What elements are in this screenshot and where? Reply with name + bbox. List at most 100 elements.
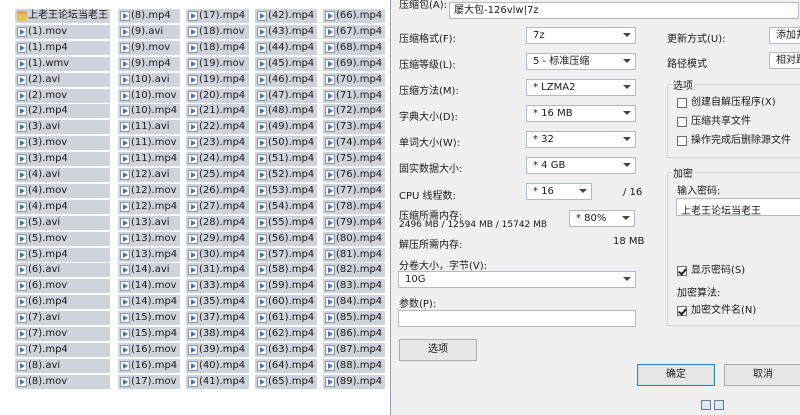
file-item[interactable]: (12).mp4	[118, 199, 180, 214]
file-item[interactable]: (73).mp4	[323, 120, 385, 135]
file-item[interactable]: (89).mp4	[323, 374, 385, 389]
file-item[interactable]: (66).mp4	[323, 9, 385, 23]
file-item[interactable]: (5).avi	[15, 215, 110, 230]
password-input[interactable]: 上老王论坛当老王	[676, 198, 800, 217]
file-item[interactable]: (83).mp4	[323, 279, 385, 294]
file-item[interactable]: (1).mov	[15, 24, 110, 39]
file-item[interactable]: (4).mov	[15, 183, 110, 198]
file-item[interactable]: (21).mp4	[186, 104, 249, 119]
method-select[interactable]: * LZMA2	[526, 79, 636, 96]
file-item[interactable]: (43).mp4	[255, 24, 317, 39]
file-item[interactable]: (64).mp4	[255, 358, 317, 373]
file-item[interactable]: (16).mp4	[118, 358, 180, 373]
sfx-checkbox[interactable]: 创建自解压程序(X)	[677, 96, 776, 110]
file-item[interactable]: (10).mov	[118, 88, 180, 103]
file-item[interactable]: (41).mp4	[186, 374, 249, 389]
file-item[interactable]: (45).mp4	[255, 56, 317, 71]
file-item[interactable]: (5).mp4	[15, 247, 110, 262]
ok-button[interactable]: 确定	[637, 364, 715, 386]
file-item[interactable]: (20).mp4	[186, 88, 249, 103]
file-item[interactable]: (68).mp4	[323, 40, 385, 55]
file-item[interactable]: (71).mp4	[323, 88, 385, 103]
file-item[interactable]: (13).mp4	[118, 247, 180, 262]
file-item[interactable]: (8).avi	[15, 358, 110, 373]
update-select[interactable]: 添加并	[769, 27, 800, 44]
file-item[interactable]: (46).mp4	[255, 72, 317, 87]
file-item[interactable]: (4).avi	[15, 168, 110, 182]
file-item[interactable]: (16).mov	[118, 342, 180, 357]
file-item[interactable]: (40).mp4	[186, 358, 249, 373]
file-item[interactable]: (76).mp4	[323, 168, 385, 182]
file-item[interactable]: (13).mov	[118, 231, 180, 246]
file-item[interactable]: (38).mp4	[186, 327, 249, 341]
file-item[interactable]: (79).mp4	[323, 215, 385, 230]
file-item[interactable]: (24).mp4	[186, 152, 249, 167]
file-item[interactable]: (59).mp4	[255, 279, 317, 294]
archive-name-input[interactable]: 屡大包-126vlw|7z	[449, 2, 799, 19]
file-item[interactable]: (69).mp4	[323, 56, 385, 71]
options-button[interactable]: 选项	[399, 339, 477, 361]
file-item[interactable]: (72).mp4	[323, 104, 385, 119]
dict-select[interactable]: * 16 MB	[526, 105, 636, 122]
file-item[interactable]: (54).mp4	[255, 199, 317, 214]
file-item[interactable]: (3).mov	[15, 136, 110, 151]
file-item[interactable]: (14).mov	[118, 279, 180, 294]
file-item[interactable]: (74).mp4	[323, 136, 385, 151]
file-item[interactable]: (26).mp4	[186, 183, 249, 198]
file-item[interactable]: (80).mp4	[323, 231, 385, 246]
split-select[interactable]: 10G	[398, 271, 636, 288]
file-item[interactable]: (10).avi	[118, 72, 180, 87]
file-item[interactable]: (67).mp4	[323, 24, 385, 39]
file-item[interactable]: (75).mp4	[323, 152, 385, 167]
file-item[interactable]: (85).mp4	[323, 311, 385, 326]
file-item[interactable]: (56).mp4	[255, 231, 317, 246]
file-item[interactable]: (5).mov	[15, 231, 110, 246]
tray-icon[interactable]	[714, 400, 724, 410]
file-item[interactable]: (28).mp4	[186, 215, 249, 230]
file-item[interactable]: (7).mp4	[15, 342, 110, 357]
file-item[interactable]: (61).mp4	[255, 311, 317, 326]
file-item[interactable]: (84).mp4	[323, 295, 385, 310]
shared-checkbox[interactable]: 压缩共享文件	[677, 115, 751, 129]
file-item[interactable]: (44).mp4	[255, 40, 317, 55]
file-item[interactable]: (88).mp4	[323, 358, 385, 373]
file-item[interactable]: (52).mp4	[255, 168, 317, 182]
file-item[interactable]: (8).mov	[15, 374, 110, 389]
word-select[interactable]: * 32	[526, 131, 636, 148]
file-item[interactable]: (1).mp4	[15, 40, 110, 55]
format-select[interactable]: 7z	[526, 27, 636, 44]
file-item[interactable]: (18).mp4	[186, 40, 249, 55]
file-item[interactable]: (12).avi	[118, 168, 180, 182]
file-item[interactable]: (12).mov	[118, 183, 180, 198]
file-item[interactable]: (23).mp4	[186, 136, 249, 151]
file-item[interactable]: (6).mp4	[15, 295, 110, 310]
file-item[interactable]: (9).mp4	[118, 56, 180, 71]
file-item[interactable]: (47).mp4	[255, 88, 317, 103]
file-item[interactable]: (78).mp4	[323, 199, 385, 214]
file-item[interactable]: (2).mov	[15, 88, 110, 103]
file-item[interactable]: (57).mp4	[255, 247, 317, 262]
file-item[interactable]: (51).mp4	[255, 152, 317, 167]
file-item[interactable]: (48).mp4	[255, 104, 317, 119]
file-item[interactable]: (63).mp4	[255, 342, 317, 357]
file-item[interactable]: (65).mp4	[255, 374, 317, 389]
mem-percent-select[interactable]: * 80%	[569, 210, 635, 227]
level-select[interactable]: 5 - 标准压缩	[526, 53, 636, 70]
file-item[interactable]: (81).mp4	[323, 247, 385, 262]
encrypt-filenames-checkbox[interactable]: 加密文件名(N)	[677, 304, 756, 318]
file-item[interactable]: (3).mp4	[15, 152, 110, 167]
file-item[interactable]: (3).avi	[15, 120, 110, 135]
file-item[interactable]: (31).mp4	[186, 263, 249, 278]
file-item[interactable]: (35).mp4	[186, 295, 249, 310]
file-item[interactable]: (39).mp4	[186, 342, 249, 357]
cancel-button[interactable]: 取消	[724, 364, 800, 386]
file-item[interactable]: (7).mov	[15, 327, 110, 341]
file-item[interactable]: (6).avi	[15, 263, 110, 278]
file-item[interactable]: (42).mp4	[255, 9, 317, 23]
file-item[interactable]: (7).avi	[15, 311, 110, 326]
file-item[interactable]: (27).mp4	[186, 199, 249, 214]
file-item[interactable]: (9).avi	[118, 24, 180, 39]
file-item[interactable]: (62).mp4	[255, 327, 317, 341]
file-item[interactable]: (13).avi	[118, 215, 180, 230]
file-item[interactable]: (25).mp4	[186, 168, 249, 182]
